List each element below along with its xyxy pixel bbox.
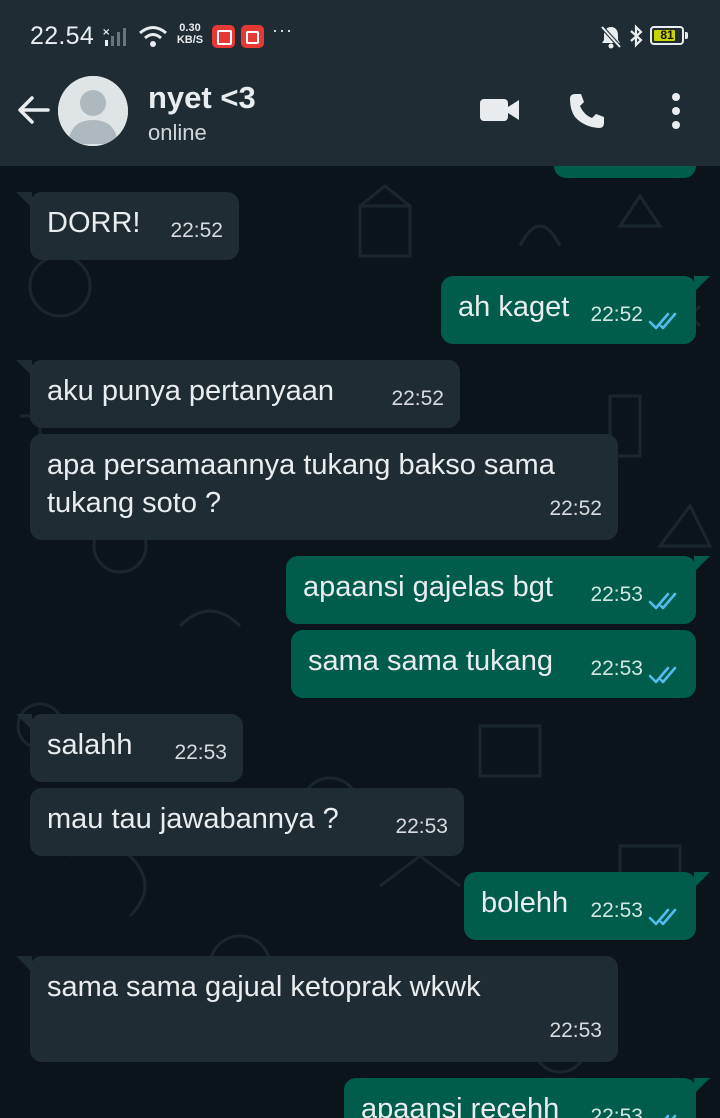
chat-messages-area[interactable]: DORR! 22:52 ah kaget 22:52 aku punya per… — [0, 166, 720, 1118]
message-bubble-incoming[interactable]: sama sama gajual ketoprak wkwk 22:53 — [16, 956, 618, 1062]
notification-app-icon — [212, 25, 235, 48]
message-bubble-incoming[interactable]: salahh 22:53 — [16, 714, 243, 782]
message-text: DORR! — [47, 207, 141, 239]
message-text: mau tau jawabannya ? — [47, 803, 339, 835]
contact-name[interactable]: nyet <3 — [148, 80, 256, 116]
message-bubble-incoming[interactable]: apa persamaannya tukang bakso sama tukan… — [30, 434, 618, 540]
message-text: salahh — [47, 729, 133, 761]
message-text: sama sama gajual ketoprak wkwk — [47, 971, 481, 1003]
read-ticks-icon — [664, 1114, 677, 1118]
message-time: 22:53 — [174, 741, 227, 764]
read-ticks-icon — [648, 592, 677, 610]
network-speed-unit: KB/S — [176, 34, 204, 46]
svg-text:×: × — [102, 27, 110, 38]
network-speed-value: 0.30 — [179, 22, 201, 34]
message-time: 22:53 — [590, 583, 643, 606]
message-bubble-outgoing[interactable]: apaansi gajelas bgt 22:53 — [286, 556, 710, 624]
message-time: 22:52 — [590, 303, 643, 326]
more-vert-icon[interactable] — [660, 90, 692, 132]
signal-icon: × — [102, 27, 126, 46]
message-bubble-outgoing[interactable]: apaansi recehh 22:53 — [344, 1078, 710, 1118]
battery-nub — [685, 32, 688, 39]
read-ticks-icon — [648, 666, 677, 684]
back-arrow-icon[interactable] — [14, 90, 54, 130]
read-ticks-icon — [648, 908, 677, 926]
message-text: aku punya pertanyaan — [47, 375, 334, 407]
more-notifications-icon: ··· — [272, 20, 293, 40]
status-time: 22.54 — [30, 22, 95, 50]
message-time: 22:53 — [549, 1019, 602, 1042]
network-speed: 0.30 KB/S — [173, 22, 207, 46]
battery-percent: 81 — [660, 28, 674, 42]
chat-header: nyet <3 online — [0, 56, 720, 166]
message-time: 22:53 — [590, 899, 643, 922]
screen-recorder-icon — [241, 25, 264, 48]
message-time: 22:52 — [170, 219, 223, 242]
status-bar: 22.54 × 0.30 KB/S ··· 81 — [0, 0, 720, 60]
phone-screen: 22.54 × 0.30 KB/S ··· 81 nyet <3 online … — [0, 0, 720, 1118]
message-text: sama sama tukang — [308, 645, 554, 677]
default-avatar-icon — [58, 76, 128, 146]
video-call-icon[interactable] — [478, 92, 522, 128]
mute-bell-icon — [600, 25, 622, 49]
message-bubble-incoming[interactable]: mau tau jawabannya ? 22:53 — [30, 788, 464, 856]
message-text: bolehh — [481, 887, 569, 919]
contact-avatar[interactable] — [58, 76, 128, 146]
bluetooth-icon — [630, 24, 643, 48]
message-text: ah kaget — [458, 291, 570, 323]
battery-indicator: 81 — [650, 26, 688, 45]
message-time: 22:53 — [395, 815, 448, 838]
wifi-icon — [139, 26, 167, 47]
message-bubble-outgoing[interactable]: sama sama tukang 22:53 — [291, 630, 696, 698]
message-time: 22:53 — [590, 1105, 643, 1118]
read-ticks-icon — [648, 312, 677, 330]
message-bubble-outgoing[interactable]: bolehh 22:53 — [464, 872, 710, 940]
message-bubble-outgoing[interactable]: ah kaget 22:52 — [441, 276, 710, 344]
message-text: apa persamaannya tukang bakso sama tukan… — [47, 449, 555, 519]
message-bubble-incoming[interactable]: aku punya pertanyaan 22:52 — [16, 360, 460, 428]
message-time: 22:52 — [549, 497, 602, 520]
message-bubble-incoming[interactable]: DORR! 22:52 — [16, 192, 239, 260]
message-time: 22:53 — [590, 657, 643, 680]
message-bubble-partial — [554, 166, 696, 178]
message-time: 22:52 — [391, 387, 444, 410]
message-text: apaansi gajelas bgt — [303, 571, 553, 603]
phone-icon[interactable] — [566, 90, 608, 132]
contact-status: online — [148, 120, 207, 145]
message-text: apaansi recehh — [361, 1093, 560, 1118]
